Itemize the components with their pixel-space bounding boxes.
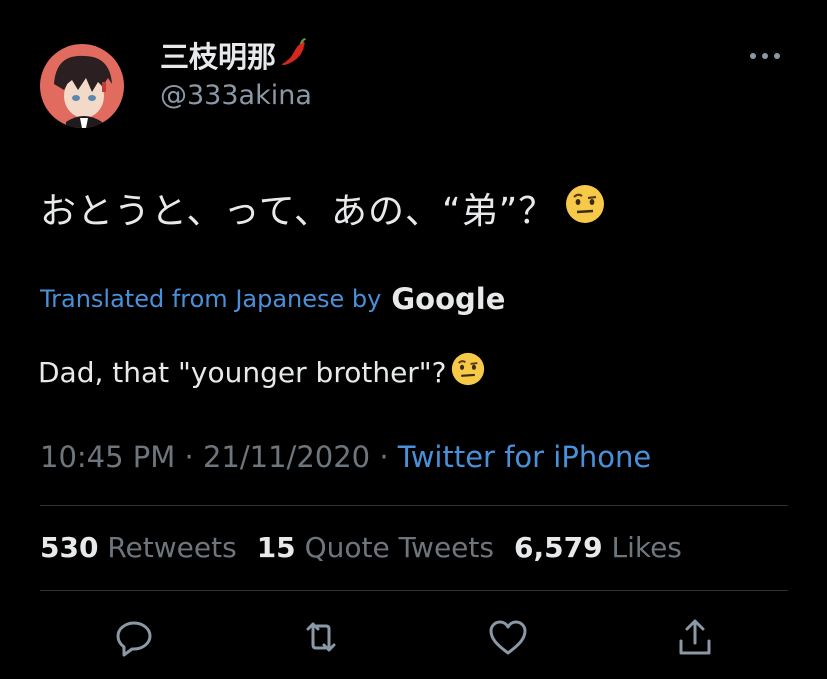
display-name-text: 三枝明那 (160, 40, 277, 74)
reply-icon[interactable] (112, 615, 156, 659)
divider (40, 505, 788, 506)
avatar-image (40, 44, 124, 128)
likes-count: 6,579 (513, 531, 603, 564)
meta-separator: · (370, 440, 398, 474)
retweet-icon[interactable] (299, 615, 343, 659)
likes-label: Likes (611, 531, 682, 564)
avatar[interactable] (40, 44, 124, 128)
display-name[interactable]: 三枝明那 (160, 34, 308, 76)
retweets-stat[interactable]: 530 Retweets (40, 531, 237, 564)
user-handle[interactable]: @333akina (160, 80, 312, 111)
meta-separator: · (175, 440, 203, 474)
more-dot (762, 53, 768, 59)
action-bar (0, 615, 827, 659)
more-icon[interactable] (750, 46, 780, 66)
divider (40, 590, 788, 591)
share-icon[interactable] (673, 615, 717, 659)
retweets-label: Retweets (107, 531, 237, 564)
raised-eyebrow-emoji (451, 352, 485, 393)
heart-icon[interactable] (486, 615, 530, 659)
tweet-date: 21/11/2020 (202, 440, 371, 474)
tweet-text-content: おとうと、って、あの、“弟”？ (40, 191, 556, 232)
engagement-stats: 530 Retweets 15 Quote Tweets 6,579 Likes (40, 531, 682, 564)
quote-tweets-count: 15 (256, 531, 296, 564)
translation-label: Translated from Japanese by (40, 285, 382, 313)
tweet-meta: 10:45 PM · 21/11/2020 · Twitter for iPho… (40, 440, 651, 474)
translation-attribution[interactable]: Translated from Japanese by Google (40, 282, 505, 316)
tweet-time: 10:45 PM (40, 440, 176, 474)
likes-stat[interactable]: 6,579 Likes (514, 531, 682, 564)
translated-text-content: Dad, that "younger brother"? (38, 356, 447, 389)
chili-pepper-emoji (278, 36, 308, 75)
google-logo: Google (391, 282, 506, 316)
translated-text: Dad, that "younger brother"? (38, 352, 485, 393)
more-dot (750, 53, 756, 59)
quote-tweets-stat[interactable]: 15 Quote Tweets (257, 531, 494, 564)
raised-eyebrow-emoji (565, 184, 605, 233)
retweets-count: 530 (40, 531, 99, 564)
tweet-text: おとうと、って、あの、“弟”？ (40, 182, 605, 234)
quote-tweets-label: Quote Tweets (304, 531, 494, 564)
tweet-source-link[interactable]: Twitter for iPhone (398, 440, 651, 474)
more-dot (774, 53, 780, 59)
